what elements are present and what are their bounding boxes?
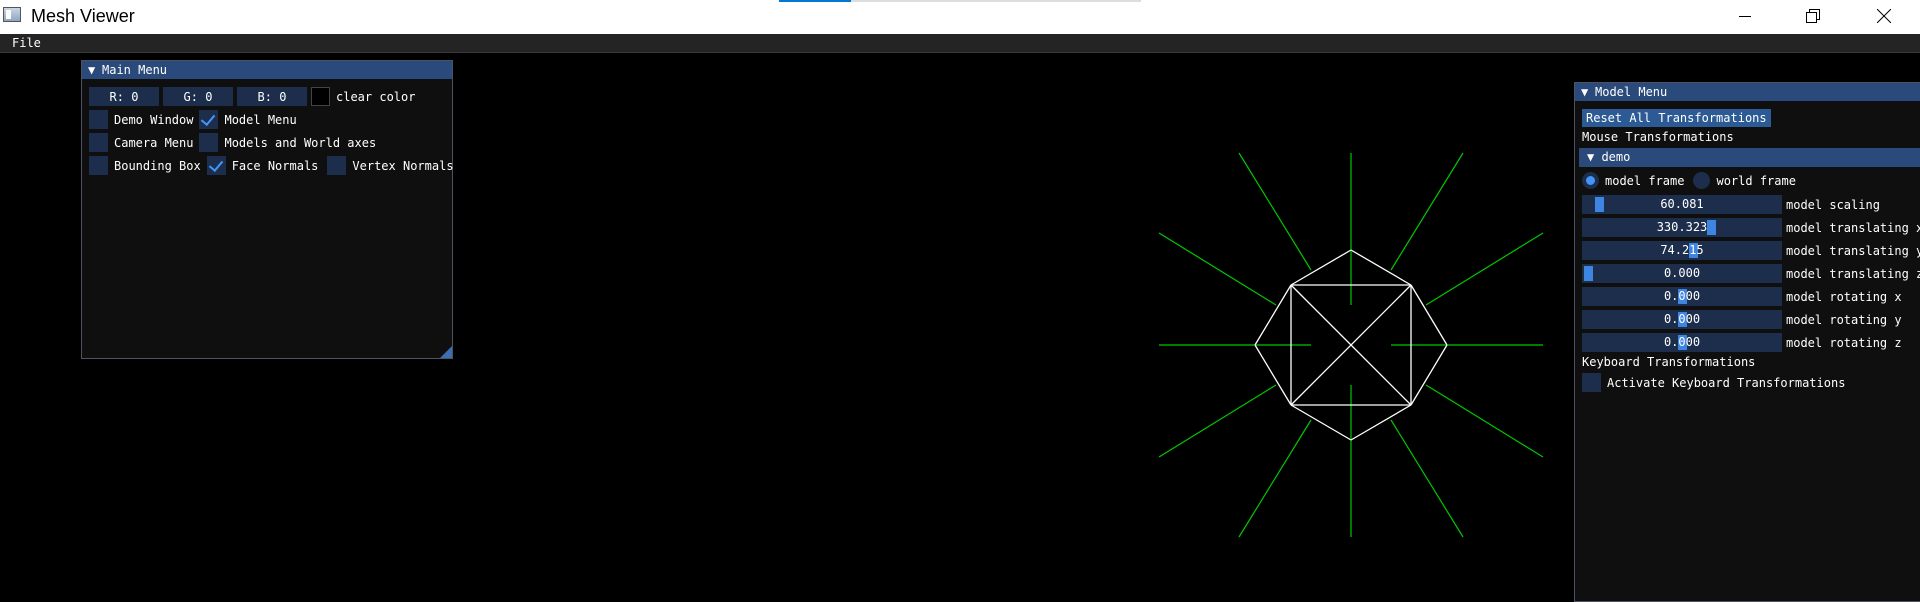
mesh-edge <box>1254 284 1292 346</box>
transform-slider[interactable]: 0.000 <box>1582 264 1782 283</box>
main-menu-title: Main Menu <box>102 63 168 77</box>
camera-menu-label: Camera Menu <box>114 135 194 150</box>
keyboard-row: Activate Keyboard Transformations <box>1582 373 1845 392</box>
face-normal-line <box>1390 419 1464 538</box>
collapse-arrow-icon[interactable]: ▼ <box>1587 150 1601 164</box>
slider-label: model scaling <box>1786 197 1880 212</box>
mesh-edge <box>1410 284 1448 346</box>
slider-row: 0.000 model rotating z <box>1582 333 1902 352</box>
slider-value: 60.081 <box>1660 197 1704 211</box>
slider-row: 0.000 model rotating x <box>1582 287 1902 306</box>
bounding-box-checkbox[interactable] <box>89 156 108 175</box>
demo-window-checkbox[interactable] <box>89 110 108 129</box>
slider-row: 60.081 model scaling <box>1582 195 1880 214</box>
transform-slider[interactable]: 330.323 <box>1582 218 1782 237</box>
face-normal-line <box>1158 232 1277 306</box>
model-frame-label: model frame <box>1605 173 1685 188</box>
model-demo-header[interactable]: ▼ demo <box>1579 148 1920 167</box>
keyboard-transformations-label: Keyboard Transformations <box>1582 355 1756 369</box>
model-frame-radio[interactable] <box>1582 172 1599 189</box>
face-normals-label: Face Normals <box>231 158 319 173</box>
face-normal-line <box>1158 384 1277 458</box>
collapse-arrow-icon[interactable]: ▼ <box>1581 83 1595 101</box>
mesh-edge <box>1290 404 1352 441</box>
slider-value: 0.000 <box>1663 289 1701 303</box>
mesh-edge <box>1350 249 1412 286</box>
mesh-edge <box>1350 404 1412 441</box>
slider-label: model rotating z <box>1786 335 1902 350</box>
slider-value: 330.323 <box>1656 220 1708 234</box>
transform-slider[interactable]: 0.000 <box>1582 333 1782 352</box>
slider-value: 0.000 <box>1663 335 1701 349</box>
slider-row: 330.323 model translating x <box>1582 218 1920 237</box>
face-normal-line <box>1238 419 1312 538</box>
face-normal-line <box>1238 152 1312 271</box>
clear-color-row: R: 0 G: 0 B: 0 clear color <box>89 87 415 106</box>
main-menu-header[interactable]: ▼ Main Menu <box>82 61 452 79</box>
transform-slider[interactable]: 0.000 <box>1582 287 1782 306</box>
model-menu-title: Model Menu <box>1595 85 1668 99</box>
vertex-normals-label: Vertex Normals <box>352 158 454 173</box>
mesh-edge <box>1254 344 1292 406</box>
slider-label: model translating z <box>1786 266 1920 281</box>
bounding-box-label: Bounding Box <box>114 158 201 173</box>
model-name: demo <box>1601 150 1631 164</box>
slider-value: 0.000 <box>1663 312 1701 326</box>
slider-label: model translating x <box>1786 220 1920 235</box>
face-normals-checkbox[interactable] <box>206 156 226 175</box>
checkbox-row-3: Bounding Box Face Normals Vertex Normals <box>89 156 454 175</box>
slider-row: 74.215 model translating y <box>1582 241 1920 260</box>
face-normal-line <box>1425 384 1544 458</box>
models-world-axes-checkbox[interactable] <box>199 133 219 152</box>
camera-menu-checkbox[interactable] <box>89 133 108 152</box>
mouse-transformations-label: Mouse Transformations <box>1582 130 1734 144</box>
slider-value: 0.000 <box>1663 266 1701 280</box>
model-menu-label: Model Menu <box>224 112 297 127</box>
checkbox-row-2: Camera Menu Models and World axes <box>89 133 376 152</box>
vertex-normals-checkbox[interactable] <box>327 156 347 175</box>
world-frame-label: world frame <box>1716 173 1796 188</box>
model-menu-header[interactable]: ▼ Model Menu <box>1575 83 1920 101</box>
clear-color-label: clear color <box>336 89 416 104</box>
clear-color-r-input[interactable]: R: 0 <box>89 87 159 106</box>
clear-color-b-input[interactable]: B: 0 <box>237 87 307 106</box>
activate-keyboard-checkbox[interactable] <box>1582 373 1601 392</box>
transform-slider[interactable]: 60.081 <box>1582 195 1782 214</box>
transform-slider[interactable]: 0.000 <box>1582 310 1782 329</box>
frame-radio-row: model frame world frame <box>1582 172 1796 189</box>
transform-slider[interactable]: 74.215 <box>1582 241 1782 260</box>
reset-row: Reset All Transformations <box>1582 109 1771 127</box>
reset-all-transformations-button[interactable]: Reset All Transformations <box>1582 109 1771 127</box>
world-frame-radio[interactable] <box>1693 172 1711 189</box>
models-world-axes-label: Models and World axes <box>224 135 377 150</box>
model-menu-window[interactable]: ▼ Model Menu Reset All Transformations Mo… <box>1574 82 1920 602</box>
slider-label: model rotating y <box>1786 312 1902 327</box>
clear-color-g-input[interactable]: G: 0 <box>163 87 233 106</box>
resize-grip[interactable] <box>440 346 452 358</box>
collapse-arrow-icon[interactable]: ▼ <box>88 61 102 79</box>
mesh-edge <box>1410 344 1448 406</box>
slider-row: 0.000 model translating z <box>1582 264 1920 283</box>
face-normal-line <box>1425 232 1544 306</box>
slider-row: 0.000 model rotating y <box>1582 310 1902 329</box>
model-menu-checkbox[interactable] <box>199 110 219 129</box>
checkbox-row-1: Demo Window Model Menu <box>89 110 297 129</box>
clear-color-swatch[interactable] <box>311 87 330 106</box>
slider-value: 74.215 <box>1660 243 1704 257</box>
main-menu-window[interactable]: ▼ Main Menu R: 0 G: 0 B: 0 clear color De… <box>81 60 454 359</box>
demo-window-label: Demo Window <box>114 112 194 127</box>
slider-label: model translating y <box>1786 243 1920 258</box>
mesh-edge <box>1290 249 1352 286</box>
slider-label: model rotating x <box>1786 289 1902 304</box>
face-normal-line <box>1390 152 1464 271</box>
activate-keyboard-label: Activate Keyboard Transformations <box>1607 375 1846 390</box>
